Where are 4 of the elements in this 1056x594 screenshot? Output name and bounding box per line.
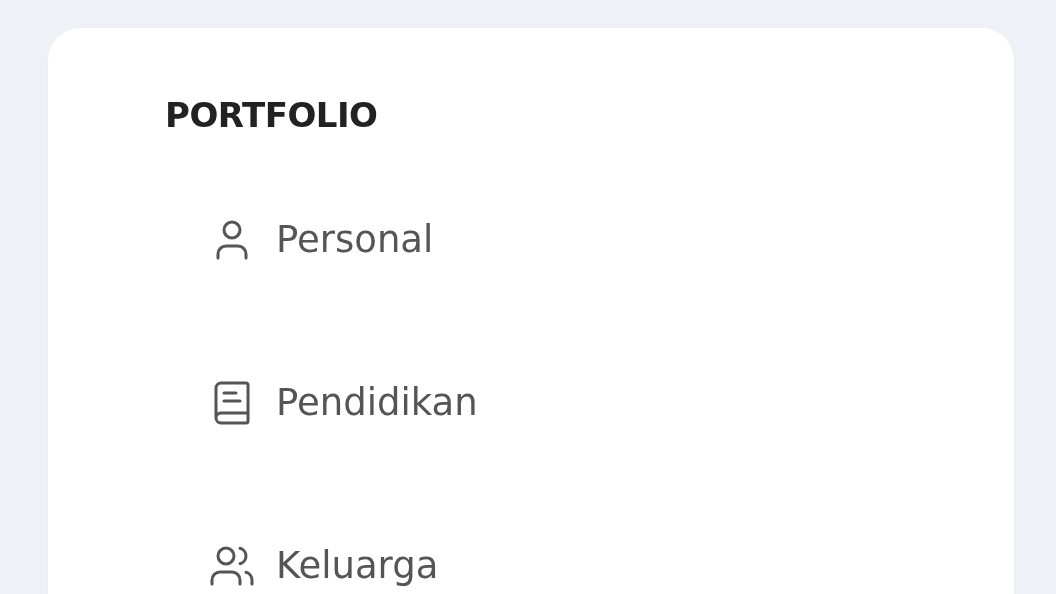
sidebar-item[interactable]: Personal [208, 217, 434, 263]
sidebar-item[interactable]: Pendidikan [208, 380, 478, 426]
section-heading: PORTFOLIO [165, 95, 379, 135]
sidebar-item[interactable]: Keluarga [208, 543, 439, 589]
